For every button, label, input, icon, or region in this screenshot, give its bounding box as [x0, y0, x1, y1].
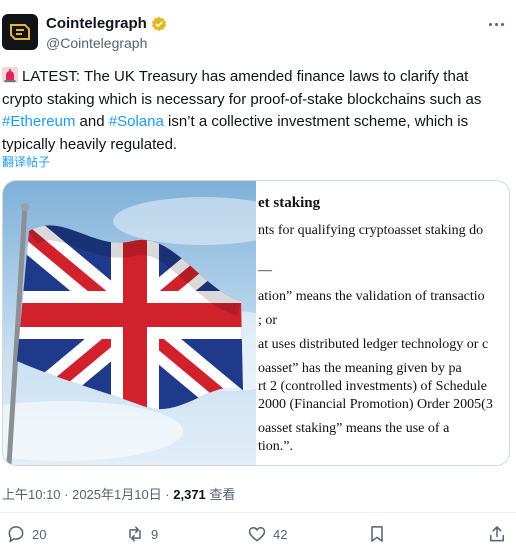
media-grid: et staking nts for qualifying cryptoasse… — [2, 180, 510, 466]
reply-button[interactable]: 20 — [6, 524, 46, 544]
repost-button[interactable]: 9 — [125, 524, 158, 544]
bookmark-icon — [371, 526, 383, 542]
tweet-text: LATEST: The UK Treasury has amended fina… — [2, 66, 508, 156]
doc-line: 2000 (Financial Promotion) Order 2005(3 — [258, 397, 493, 412]
views-label: 查看 — [205, 487, 236, 502]
more-dot-icon — [500, 22, 504, 26]
legislation-document-photo[interactable]: et staking nts for qualifying cryptoasse… — [256, 181, 509, 465]
reply-icon — [8, 526, 24, 543]
author-display-name[interactable]: Cointelegraph — [46, 15, 147, 32]
doc-heading: et staking — [258, 195, 321, 211]
more-dot-icon — [494, 22, 498, 26]
doc-line: nts for qualifying cryptoasset staking d… — [258, 223, 484, 238]
action-bar: 20 9 42 — [0, 524, 516, 550]
avatar[interactable] — [2, 14, 38, 50]
uk-flag-photo[interactable] — [3, 181, 256, 465]
share-button[interactable] — [487, 524, 507, 544]
tweet-meta: 上午10:10 · 2025年1月10日 · 2,371 查看 — [2, 484, 235, 503]
tweet-text-part1: LATEST: The UK Treasury has amended fina… — [2, 68, 482, 108]
share-icon — [490, 526, 504, 542]
tweet-header: Cointelegraph @Cointelegraph — [0, 0, 516, 60]
doc-line: ation” means the validation of transacti… — [258, 289, 485, 304]
doc-line: oasset” has the meaning given by pa — [258, 361, 462, 376]
reply-count: 20 — [32, 526, 47, 542]
doc-line: ; or — [258, 313, 278, 328]
cointelegraph-logo-icon — [10, 24, 30, 40]
tweet-timestamp[interactable]: 上午10:10 · 2025年1月10日 · — [2, 487, 173, 502]
like-button[interactable]: 42 — [247, 524, 287, 544]
doc-line: oasset staking” means the use of a — [258, 421, 450, 436]
author-handle[interactable]: @Cointelegraph — [46, 35, 147, 51]
doc-line: tion.”. — [258, 439, 293, 454]
doc-line: — — [258, 263, 272, 278]
hashtag-solana-link[interactable]: #Solana — [109, 113, 164, 130]
author-name-row: Cointelegraph — [46, 15, 167, 32]
flag-illustration — [3, 197, 256, 465]
more-options-button[interactable] — [484, 14, 508, 34]
views-count: 2,371 — [173, 487, 206, 502]
divider — [0, 512, 516, 513]
gold-verified-badge-icon[interactable] — [151, 16, 167, 32]
more-dot-icon — [488, 22, 492, 26]
bookmark-button[interactable] — [367, 524, 387, 544]
hashtag-ethereum-link[interactable]: #Ethereum — [2, 113, 75, 130]
like-count: 42 — [273, 526, 288, 542]
tweet-text-part2: and — [75, 113, 109, 130]
repost-count: 9 — [151, 526, 159, 542]
doc-line: at uses distributed ledger technology or… — [258, 337, 489, 352]
doc-line: rt 2 (controlled investments) of Schedul… — [258, 379, 487, 394]
translate-post-link[interactable]: 翻译帖子 — [2, 153, 50, 170]
repost-icon — [129, 526, 141, 542]
heart-icon — [248, 527, 266, 542]
rotating-light-icon — [2, 67, 18, 83]
